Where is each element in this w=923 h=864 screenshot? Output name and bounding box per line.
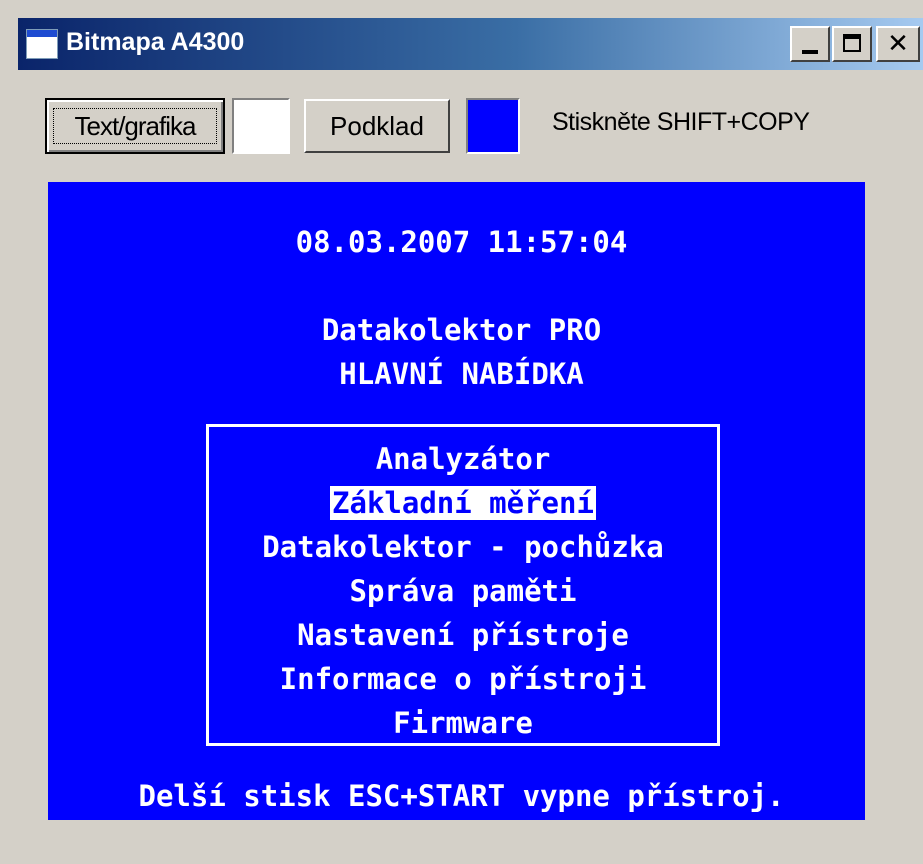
menu-heading: HLAVNÍ NABÍDKA [339, 357, 584, 391]
main-menu: Analyzátor Základní měření Datakolektor … [206, 424, 720, 746]
menu-item-firmware[interactable]: Firmware [209, 705, 717, 741]
menu-item-memory-management[interactable]: Správa paměti [209, 573, 717, 609]
menu-item-device-info[interactable]: Informace o přístroji [209, 661, 717, 697]
datetime-text: 08.03.2007 11:57:04 [295, 225, 628, 259]
menu-item-label: Analyzátor [375, 442, 551, 476]
product-name: Datakolektor PRO [321, 313, 602, 347]
menu-item-label: Firmware [393, 706, 533, 740]
menu-item-analyzer[interactable]: Analyzátor [209, 441, 717, 477]
menu-item-label: Nastavení přístroje [297, 618, 629, 652]
footer-hint: Delší stisk ESC+START vypne přístroj. [138, 779, 785, 813]
menu-item-label: Informace o přístroji [279, 662, 647, 696]
app-window: Bitmapa A4300 ✕ Text/grafika Podklad Sti… [0, 0, 923, 864]
menu-item-label: Datakolektor - pochůzka [262, 530, 664, 564]
menu-item-device-settings[interactable]: Nastavení přístroje [209, 617, 717, 653]
menu-item-basic-measurement[interactable]: Základní měření [209, 485, 717, 521]
menu-item-label: Základní měření [330, 486, 596, 520]
menu-item-datacollector-route[interactable]: Datakolektor - pochůzka [209, 529, 717, 565]
menu-item-label: Správa paměti [349, 574, 577, 608]
